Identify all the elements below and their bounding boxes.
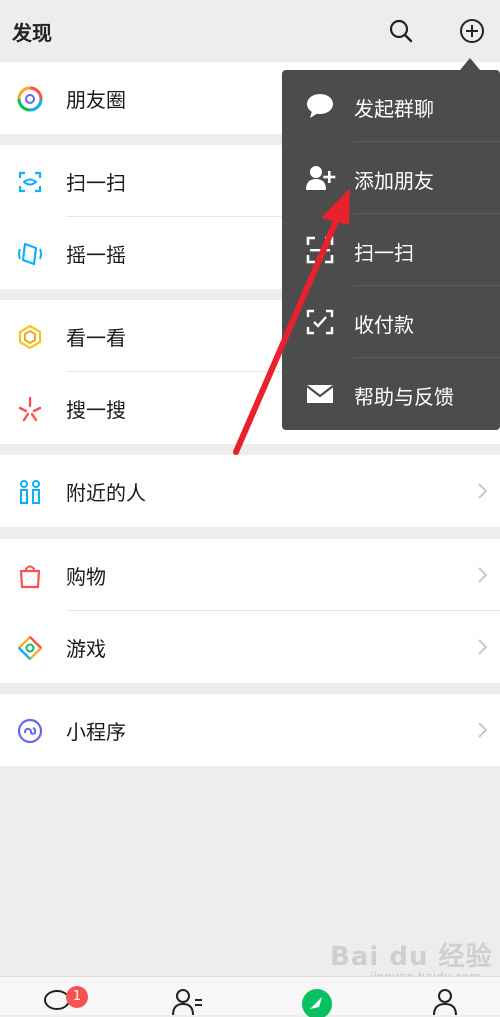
chevron-right-icon	[476, 637, 490, 657]
list-item-label: 附近的人	[66, 480, 146, 505]
group-shop-games: 购物 游戏	[0, 539, 500, 683]
chat-bubble-icon	[304, 90, 336, 122]
plus-popup-menu: 发起群聊 添加朋友 扫一扫 收付款 帮助与反馈	[282, 70, 500, 430]
list-item-label: 摇一摇	[66, 242, 126, 267]
compass-icon	[302, 989, 332, 1017]
tab-discover[interactable]	[300, 987, 334, 1017]
page-title: 发现	[12, 21, 52, 45]
unread-badge: 1	[66, 986, 88, 1008]
chevron-right-icon	[476, 481, 490, 501]
group-nearby: 附近的人	[0, 455, 500, 527]
top-stories-icon	[16, 323, 44, 351]
search-icon	[389, 19, 413, 43]
mini-program-icon	[16, 717, 44, 745]
menu-item-add-friend[interactable]: 添加朋友	[282, 142, 500, 214]
list-item-label: 朋友圈	[66, 87, 126, 112]
envelope-icon	[304, 378, 336, 410]
shopping-icon	[16, 562, 44, 590]
top-bar: 发现	[0, 0, 500, 62]
add-menu-button[interactable]	[457, 16, 487, 46]
menu-item-label: 帮助与反馈	[354, 385, 454, 409]
list-item-label: 看一看	[66, 325, 126, 350]
list-item-mini-programs[interactable]: 小程序	[0, 694, 500, 766]
menu-item-label: 收付款	[354, 313, 414, 337]
chevron-right-icon	[476, 720, 490, 740]
search-icon	[16, 395, 44, 423]
watermark-logo: Bai du 经验	[330, 942, 493, 972]
people-nearby-icon	[16, 478, 44, 506]
tab-me[interactable]	[428, 987, 462, 1017]
list-item-people-nearby[interactable]: 附近的人	[0, 455, 500, 527]
person-icon	[433, 989, 457, 1016]
chevron-right-icon	[476, 565, 490, 585]
list-item-label: 小程序	[66, 719, 126, 744]
scan-icon	[304, 234, 336, 266]
menu-item-help-feedback[interactable]: 帮助与反馈	[282, 358, 500, 430]
moments-icon	[16, 85, 44, 113]
list-item-label: 搜一搜	[66, 397, 126, 422]
list-item-shopping[interactable]: 购物	[0, 539, 500, 611]
menu-item-payment[interactable]: 收付款	[282, 286, 500, 358]
contacts-icon	[172, 989, 202, 1016]
search-button[interactable]	[386, 16, 416, 46]
list-item-label: 游戏	[66, 636, 106, 661]
menu-item-label: 扫一扫	[354, 241, 414, 265]
menu-item-label: 发起群聊	[354, 97, 434, 121]
menu-caret	[460, 58, 480, 70]
list-item-label: 扫一扫	[66, 170, 126, 195]
add-friend-icon	[304, 162, 336, 194]
plus-circle-icon	[460, 19, 484, 43]
menu-item-group-chat[interactable]: 发起群聊	[282, 70, 500, 142]
games-icon	[16, 634, 44, 662]
menu-item-scan[interactable]: 扫一扫	[282, 214, 500, 286]
scan-icon	[16, 168, 44, 196]
group-mini-programs: 小程序	[0, 694, 500, 766]
payment-icon	[304, 306, 336, 338]
list-item-games[interactable]: 游戏	[0, 611, 500, 683]
shake-icon	[16, 240, 44, 268]
list-item-label: 购物	[66, 564, 106, 589]
tab-contacts[interactable]	[170, 987, 204, 1017]
menu-item-label: 添加朋友	[354, 169, 434, 193]
